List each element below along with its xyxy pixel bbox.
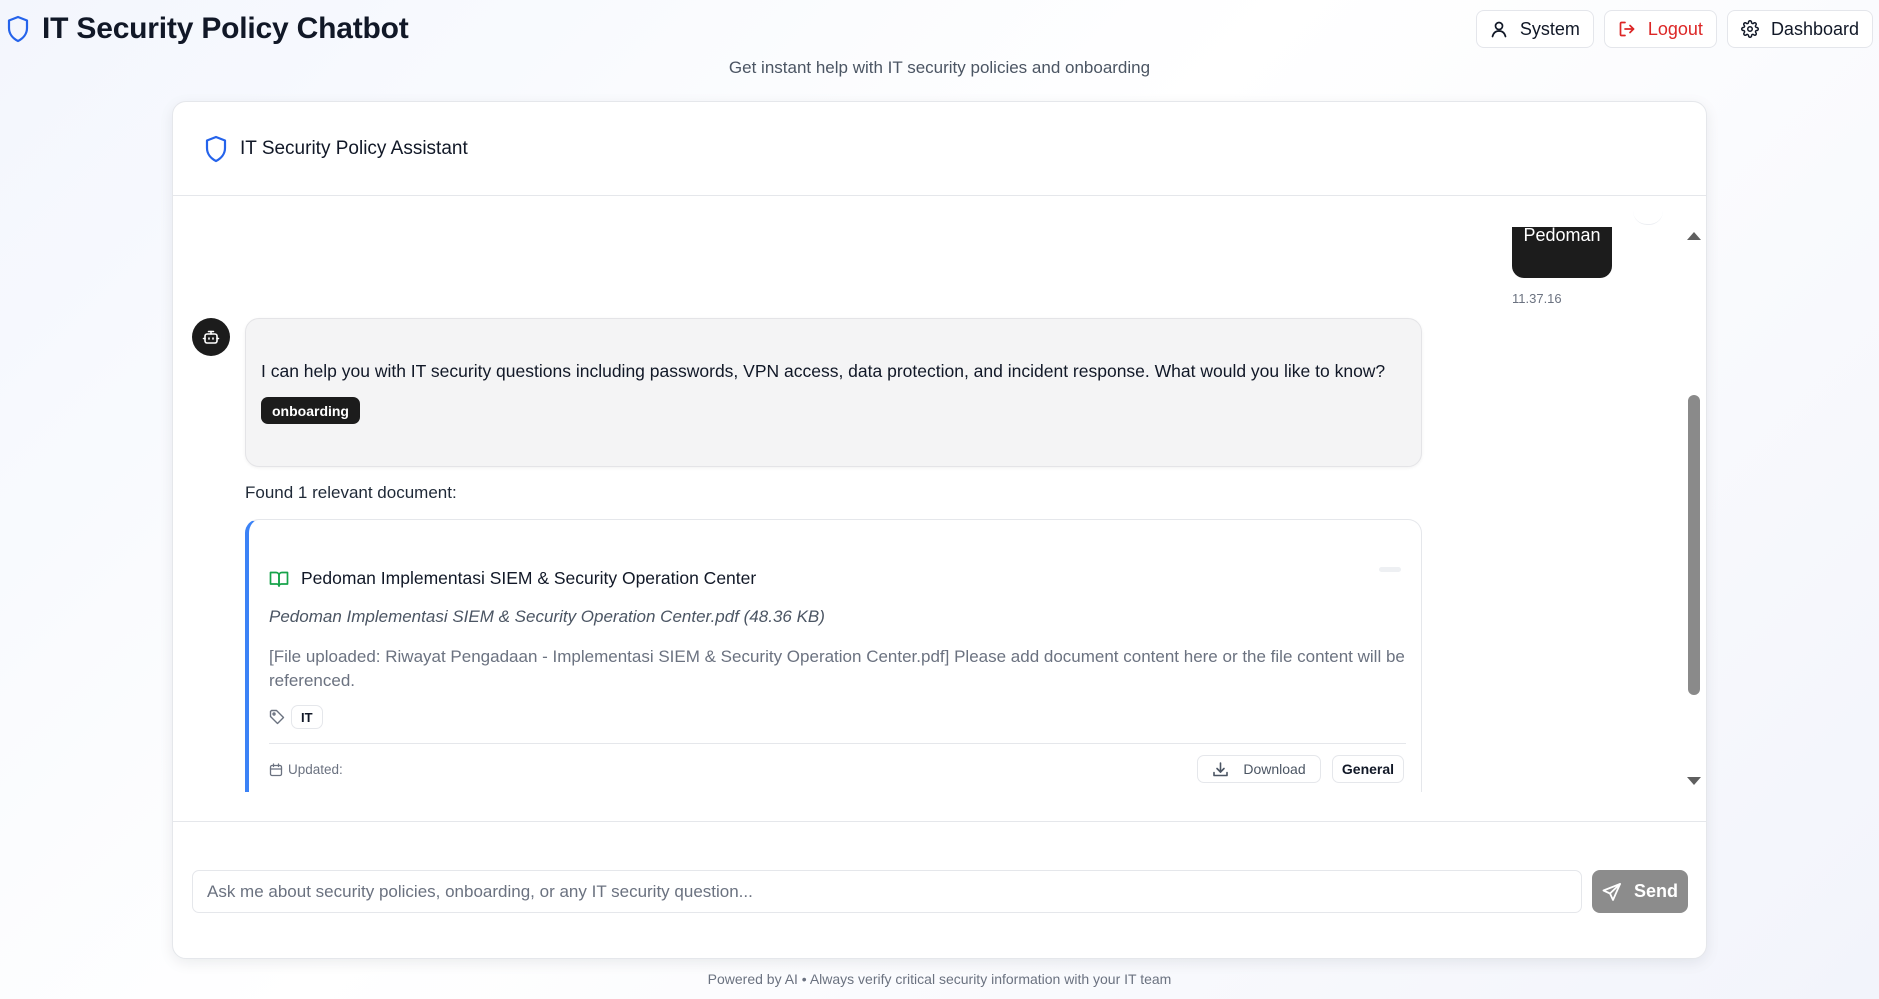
gear-icon bbox=[1741, 20, 1759, 38]
page-subtitle: Get instant help with IT security polici… bbox=[728, 58, 1151, 77]
document-card: Pedoman Implementasi SIEM & Security Ope… bbox=[245, 519, 1422, 792]
send-icon bbox=[1602, 882, 1622, 902]
dashboard-button[interactable]: Dashboard bbox=[1726, 10, 1873, 48]
chat-title: IT Security Policy Assistant bbox=[240, 137, 468, 159]
message-composer: Send bbox=[173, 821, 1706, 958]
user-message-timestamp: 11.37.16 bbox=[1512, 291, 1562, 306]
document-updated-label: Updated: bbox=[288, 762, 343, 777]
document-file-info: Pedoman Implementasi SIEM & Security Ope… bbox=[269, 607, 825, 626]
user-avatar bbox=[1633, 211, 1663, 225]
dashboard-button-label: Dashboard bbox=[1770, 18, 1859, 39]
logout-button-label: Logout bbox=[1647, 18, 1703, 39]
app-title: IT Security Policy Chatbot bbox=[42, 12, 409, 45]
document-tag: IT bbox=[291, 705, 323, 729]
document-description: [File uploaded: Riwayat Pengadaan - Impl… bbox=[269, 647, 1405, 690]
tag-icon bbox=[269, 709, 285, 725]
calendar-icon bbox=[269, 762, 283, 777]
bot-icon bbox=[202, 328, 220, 346]
shield-icon bbox=[204, 135, 228, 163]
document-category-badge: General bbox=[1332, 755, 1404, 783]
send-button[interactable]: Send bbox=[1592, 870, 1688, 913]
scroll-down-arrow[interactable] bbox=[1687, 777, 1701, 785]
system-button[interactable]: System bbox=[1475, 10, 1594, 48]
chat-input[interactable] bbox=[192, 870, 1582, 913]
download-button[interactable]: Download bbox=[1197, 755, 1321, 783]
bot-message-bubble: I can help you with IT security question… bbox=[245, 318, 1422, 467]
document-divider bbox=[269, 743, 1406, 744]
document-title: Pedoman Implementasi SIEM & Security Ope… bbox=[301, 568, 757, 588]
app-header: IT Security Policy Chatbot System Logout bbox=[0, 0, 1879, 77]
logout-icon bbox=[1618, 20, 1636, 38]
chat-card-header: IT Security Policy Assistant bbox=[173, 102, 1706, 196]
logout-button[interactable]: Logout bbox=[1603, 10, 1717, 48]
scroll-up-arrow[interactable] bbox=[1687, 232, 1701, 240]
download-icon bbox=[1212, 761, 1229, 778]
message-scrollbar[interactable] bbox=[1687, 232, 1701, 787]
top-nav: System Logout Dashboard bbox=[1475, 10, 1873, 48]
document-updated: Updated: bbox=[269, 762, 343, 777]
document-title-row: Pedoman Implementasi SIEM & Security Ope… bbox=[269, 568, 756, 589]
message-list[interactable]: Pedoman 11.37.16 I can help you with IT … bbox=[173, 197, 1706, 792]
brand: IT Security Policy Chatbot bbox=[6, 12, 409, 46]
document-card-indicator bbox=[1379, 567, 1401, 572]
download-button-label: Download bbox=[1243, 761, 1306, 777]
send-button-label: Send bbox=[1633, 881, 1678, 901]
chat-card: IT Security Policy Assistant Pedoman 11.… bbox=[172, 101, 1707, 959]
system-button-label: System bbox=[1519, 18, 1580, 39]
scrollbar-thumb[interactable] bbox=[1688, 395, 1700, 695]
shield-icon bbox=[6, 15, 30, 43]
found-documents-label: Found 1 relevant document: bbox=[245, 483, 457, 502]
user-icon bbox=[1490, 20, 1508, 38]
bot-avatar bbox=[192, 318, 230, 356]
message-category-tag: onboarding bbox=[261, 397, 360, 424]
document-tags: IT bbox=[269, 705, 323, 729]
footer-disclaimer: Powered by AI • Always verify critical s… bbox=[707, 971, 1172, 987]
user-message-bubble: Pedoman bbox=[1512, 225, 1612, 278]
bot-message-text: I can help you with IT security question… bbox=[261, 361, 1386, 381]
book-open-icon bbox=[269, 570, 289, 588]
user-message-text: Pedoman bbox=[1523, 225, 1601, 245]
